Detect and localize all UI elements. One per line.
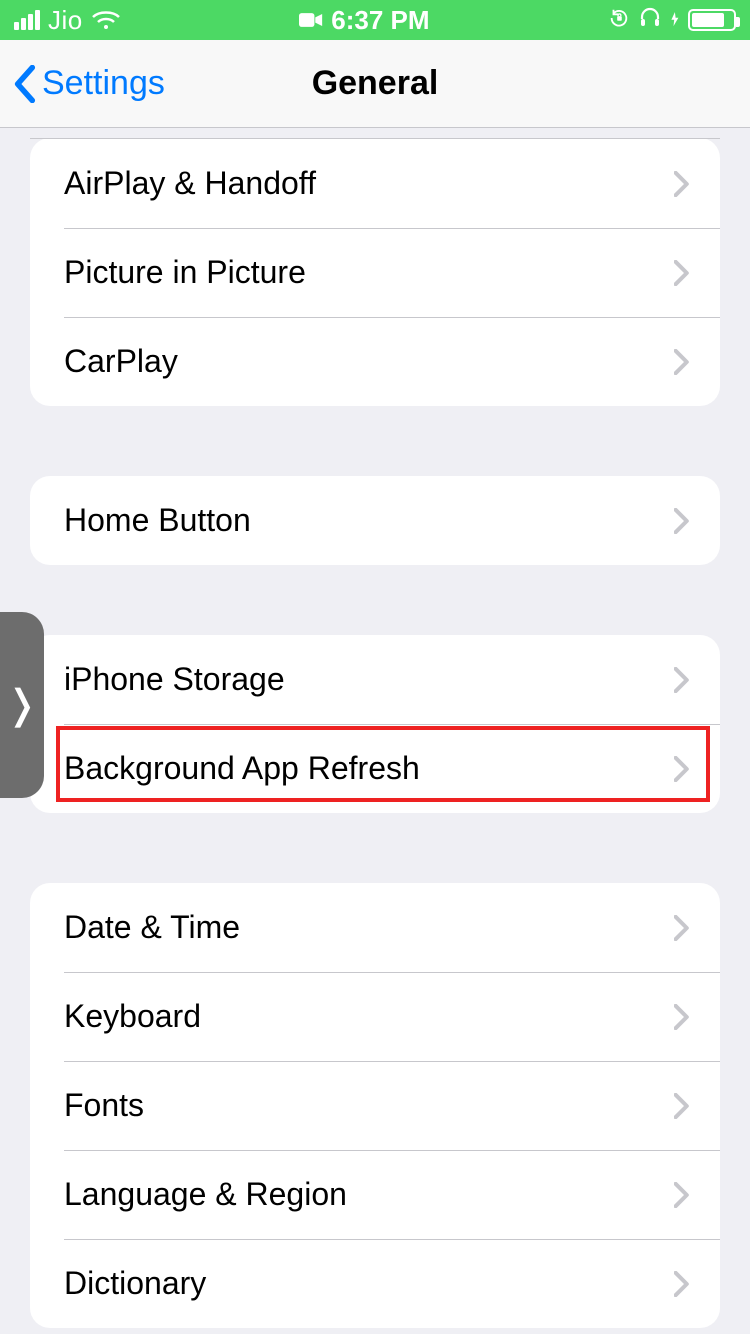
chevron-right-icon <box>674 171 690 197</box>
back-button[interactable]: Settings <box>0 64 165 103</box>
chevron-right-icon <box>674 1182 690 1208</box>
status-right <box>608 5 736 36</box>
row-label: Background App Refresh <box>64 750 420 787</box>
chevron-right-icon: ❭ <box>5 682 39 728</box>
chevron-right-icon <box>674 756 690 782</box>
chevron-right-icon <box>674 349 690 375</box>
chevron-right-icon <box>674 1093 690 1119</box>
row-picture-in-picture[interactable]: Picture in Picture <box>30 228 720 317</box>
chevron-right-icon <box>674 508 690 534</box>
row-label: Home Button <box>64 502 251 539</box>
chevron-right-icon <box>674 1004 690 1030</box>
row-label: Language & Region <box>64 1176 347 1213</box>
cellular-signal-icon <box>14 10 40 30</box>
row-label: Fonts <box>64 1087 144 1124</box>
row-label: CarPlay <box>64 343 178 380</box>
settings-content[interactable]: AirPlay & Handoff Picture in Picture Car… <box>0 128 750 1334</box>
row-dictionary[interactable]: Dictionary <box>30 1239 720 1328</box>
row-fonts[interactable]: Fonts <box>30 1061 720 1150</box>
status-bar: Jio 6:37 PM <box>0 0 750 40</box>
chevron-right-icon <box>674 667 690 693</box>
row-label: Keyboard <box>64 998 201 1035</box>
row-airplay-handoff[interactable]: AirPlay & Handoff <box>30 138 720 228</box>
status-center: 6:37 PM <box>299 5 429 36</box>
row-label: Dictionary <box>64 1265 206 1302</box>
settings-group-1: Home Button <box>30 476 720 565</box>
battery-icon <box>688 9 736 31</box>
carrier-label: Jio <box>48 5 83 36</box>
chevron-right-icon <box>674 1271 690 1297</box>
row-label: iPhone Storage <box>64 661 285 698</box>
battery-charging-icon <box>670 10 680 30</box>
row-label: Date & Time <box>64 909 240 946</box>
row-language-region[interactable]: Language & Region <box>30 1150 720 1239</box>
back-label: Settings <box>42 64 165 103</box>
row-iphone-storage[interactable]: iPhone Storage <box>30 635 720 724</box>
orientation-lock-icon <box>608 5 630 36</box>
camera-icon <box>299 11 323 29</box>
chevron-right-icon <box>674 915 690 941</box>
chevron-left-icon <box>14 65 36 103</box>
settings-group-3: Date & Time Keyboard Fonts Language & Re… <box>30 883 720 1328</box>
headphones-icon <box>638 5 662 36</box>
row-background-app-refresh[interactable]: Background App Refresh <box>30 724 720 813</box>
row-date-time[interactable]: Date & Time <box>30 883 720 972</box>
settings-group-2: iPhone Storage Background App Refresh <box>30 635 720 813</box>
wifi-icon <box>91 9 121 31</box>
status-time: 6:37 PM <box>331 5 429 36</box>
row-label: AirPlay & Handoff <box>64 165 316 202</box>
settings-group-0: AirPlay & Handoff Picture in Picture Car… <box>30 138 720 406</box>
row-keyboard[interactable]: Keyboard <box>30 972 720 1061</box>
nav-bar: Settings General <box>0 40 750 128</box>
row-carplay[interactable]: CarPlay <box>30 317 720 406</box>
chevron-right-icon <box>674 260 690 286</box>
row-home-button[interactable]: Home Button <box>30 476 720 565</box>
row-label: Picture in Picture <box>64 254 306 291</box>
status-left: Jio <box>14 5 121 36</box>
side-handle-tab[interactable]: ❭ <box>0 612 44 798</box>
